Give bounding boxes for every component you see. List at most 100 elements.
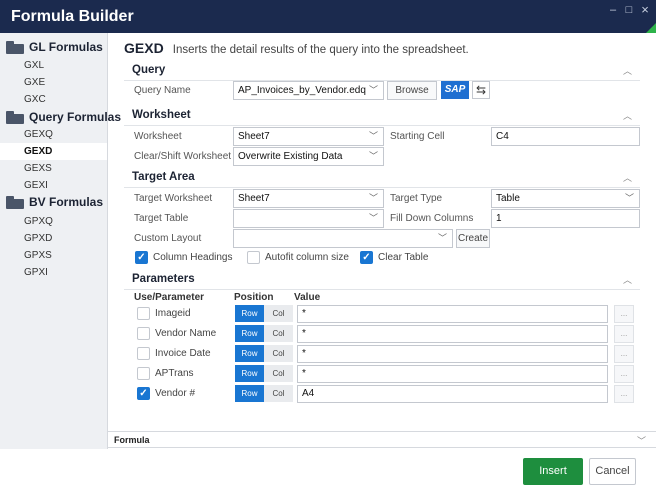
- query-name-value: AP_Invoices_by_Vendor.edq: [238, 85, 366, 96]
- sidebar-group-gl-formulas[interactable]: GL Formulas: [6, 40, 103, 54]
- section-parameters[interactable]: Parameters ︿: [124, 270, 640, 290]
- target-table-label: Target Table: [134, 213, 189, 224]
- parameter-value-input[interactable]: *: [297, 345, 608, 363]
- sidebar-group-label: GL Formulas: [29, 40, 103, 54]
- sidebar-item-gxc[interactable]: GXC: [0, 91, 107, 108]
- minimize-button[interactable]: –: [606, 4, 620, 16]
- close-button[interactable]: ×: [638, 2, 652, 17]
- column-header-value: Value: [294, 292, 321, 303]
- sidebar-item-gpxq[interactable]: GPXQ: [0, 213, 107, 230]
- sidebar: GL Formulas GXL GXE GXC Query Formulas G…: [0, 33, 121, 451]
- autofit-label: Autofit column size: [265, 252, 349, 263]
- parameter-ellipsis-button[interactable]: ...: [614, 385, 634, 403]
- swap-icon[interactable]: ⇆: [472, 81, 490, 99]
- parameter-ellipsis-button[interactable]: ...: [614, 365, 634, 383]
- main-panel: GEXD Inserts the detail results of the q…: [108, 33, 656, 431]
- sidebar-item-gexq[interactable]: GEXQ: [0, 126, 107, 143]
- sidebar-group-query-formulas[interactable]: Query Formulas: [6, 110, 121, 124]
- column-headings-label: Column Headings: [153, 252, 233, 263]
- formula-panel-header[interactable]: Formula ﹀: [108, 431, 656, 448]
- browse-button[interactable]: Browse: [387, 81, 437, 100]
- parameter-checkbox-vendor-name[interactable]: [137, 327, 150, 340]
- folder-icon: [6, 110, 24, 124]
- section-title: Parameters: [132, 273, 195, 285]
- section-title: Worksheet: [132, 109, 191, 121]
- target-type-select[interactable]: Table ﹀: [491, 189, 640, 208]
- page-heading: GEXD Inserts the detail results of the q…: [124, 40, 469, 56]
- parameter-value-input[interactable]: A4: [297, 385, 608, 403]
- formula-label: Formula: [114, 435, 150, 445]
- parameter-name: Vendor #: [155, 388, 196, 399]
- sidebar-item-gexs[interactable]: GEXS: [0, 160, 107, 177]
- clear-shift-select[interactable]: Overwrite Existing Data ﹀: [233, 147, 384, 166]
- formula-description: Inserts the detail results of the query …: [172, 44, 469, 56]
- parameter-name: Invoice Date: [155, 348, 211, 359]
- parameter-value-input[interactable]: *: [297, 325, 608, 343]
- position-row-button[interactable]: Row: [235, 345, 264, 362]
- chevron-down-icon: ﹀: [368, 85, 378, 95]
- position-col-button[interactable]: Col: [264, 345, 293, 362]
- sidebar-group-bv-formulas[interactable]: BV Formulas: [6, 195, 103, 209]
- position-col-button[interactable]: Col: [264, 365, 293, 382]
- autofit-checkbox[interactable]: [247, 251, 260, 264]
- position-row-button[interactable]: Row: [235, 385, 264, 402]
- column-header-use-parameter: Use/Parameter: [134, 292, 205, 303]
- parameter-value-input[interactable]: *: [297, 305, 608, 323]
- parameter-ellipsis-button[interactable]: ...: [614, 305, 634, 323]
- maximize-button[interactable]: □: [622, 4, 636, 16]
- position-row-button[interactable]: Row: [235, 305, 264, 322]
- target-table-select[interactable]: ﹀: [233, 209, 384, 228]
- worksheet-select[interactable]: Sheet7 ﹀: [233, 127, 384, 146]
- corner-accent: [646, 23, 656, 33]
- sidebar-item-gpxs[interactable]: GPXS: [0, 247, 107, 264]
- parameter-name: Vendor Name: [155, 328, 217, 339]
- chevron-up-icon[interactable]: ︿: [623, 273, 632, 286]
- position-col-button[interactable]: Col: [264, 305, 293, 322]
- chevron-down-icon[interactable]: ﹀: [637, 434, 646, 447]
- sidebar-item-gxl[interactable]: GXL: [0, 57, 107, 74]
- chevron-up-icon[interactable]: ︿: [623, 64, 632, 77]
- position-row-button[interactable]: Row: [235, 325, 264, 342]
- parameter-checkbox-imageid[interactable]: [137, 307, 150, 320]
- sidebar-item-gexi[interactable]: GEXI: [0, 177, 107, 194]
- title-bar: Formula Builder – □ ×: [0, 0, 656, 33]
- chevron-down-icon: ﹀: [368, 193, 378, 203]
- sidebar-item-gpxd[interactable]: GPXD: [0, 230, 107, 247]
- clear-table-label: Clear Table: [378, 252, 429, 263]
- parameter-checkbox-vendor-number[interactable]: ✓: [137, 387, 150, 400]
- section-query[interactable]: Query ︿: [124, 61, 640, 81]
- section-title: Target Area: [132, 171, 195, 183]
- chevron-down-icon: ﹀: [368, 151, 378, 161]
- column-headings-checkbox[interactable]: ✓: [135, 251, 148, 264]
- sap-logo-button[interactable]: SAP: [441, 81, 469, 99]
- section-target-area[interactable]: Target Area ︿: [124, 168, 640, 188]
- sidebar-item-gpxi[interactable]: GPXI: [0, 264, 107, 281]
- fill-down-input[interactable]: 1: [491, 209, 640, 228]
- clear-table-checkbox[interactable]: ✓: [360, 251, 373, 264]
- chevron-up-icon[interactable]: ︿: [623, 171, 632, 184]
- chevron-down-icon: ﹀: [368, 213, 378, 223]
- section-worksheet[interactable]: Worksheet ︿: [124, 106, 640, 126]
- parameter-checkbox-invoice-date[interactable]: [137, 347, 150, 360]
- target-worksheet-select[interactable]: Sheet7 ﹀: [233, 189, 384, 208]
- position-row-button[interactable]: Row: [235, 365, 264, 382]
- window-title: Formula Builder: [11, 8, 134, 25]
- query-name-select[interactable]: AP_Invoices_by_Vendor.edq ﹀: [233, 81, 384, 100]
- clear-shift-label: Clear/Shift Worksheet: [134, 151, 232, 162]
- target-type-value: Table: [496, 193, 520, 204]
- create-button[interactable]: Create: [456, 229, 490, 248]
- cancel-button[interactable]: Cancel: [589, 458, 636, 485]
- starting-cell-input[interactable]: C4: [491, 127, 640, 146]
- parameter-checkbox-aptrans[interactable]: [137, 367, 150, 380]
- dialog-footer: Insert Cancel: [0, 449, 656, 491]
- position-col-button[interactable]: Col: [264, 385, 293, 402]
- custom-layout-select[interactable]: ﹀: [233, 229, 453, 248]
- chevron-up-icon[interactable]: ︿: [623, 109, 632, 122]
- sidebar-item-gexd[interactable]: GEXD: [0, 143, 107, 160]
- parameter-ellipsis-button[interactable]: ...: [614, 345, 634, 363]
- sidebar-item-gxe[interactable]: GXE: [0, 74, 107, 91]
- parameter-ellipsis-button[interactable]: ...: [614, 325, 634, 343]
- insert-button[interactable]: Insert: [523, 458, 583, 485]
- position-col-button[interactable]: Col: [264, 325, 293, 342]
- parameter-value-input[interactable]: *: [297, 365, 608, 383]
